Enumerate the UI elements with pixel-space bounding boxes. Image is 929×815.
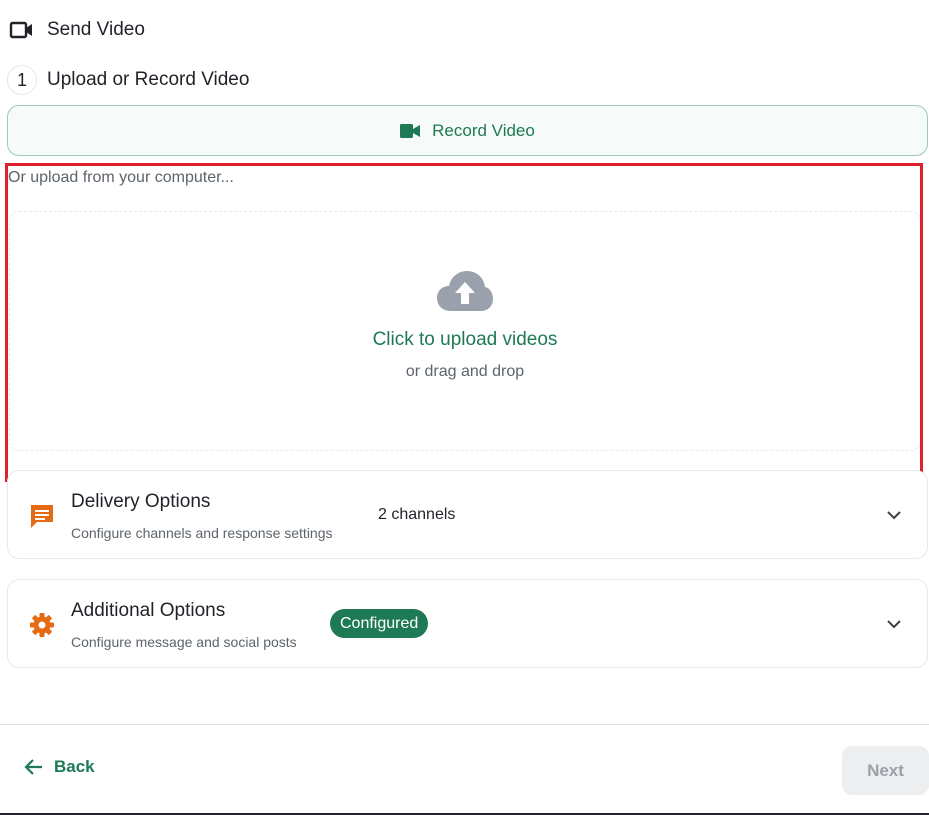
step-title: Upload or Record Video (47, 69, 250, 90)
footer-divider (0, 724, 929, 725)
back-button[interactable]: Back (22, 756, 95, 778)
arrow-left-icon (24, 759, 42, 775)
status-badge: Configured (330, 609, 429, 638)
next-button[interactable]: Next (842, 746, 929, 795)
delivery-options-subtitle: Configure channels and response settings (71, 525, 333, 541)
chevron-down-icon[interactable] (885, 615, 903, 633)
back-label: Back (54, 757, 95, 776)
send-video-page: Send Video 1 Upload or Record Video Reco… (0, 0, 929, 815)
step-number: 1 (7, 65, 37, 95)
upload-dropzone[interactable]: Click to upload videos or drag and drop (9, 211, 921, 451)
cloud-upload-icon (437, 271, 493, 311)
record-video-button[interactable]: Record Video (7, 105, 928, 156)
chevron-down-icon[interactable] (885, 506, 903, 524)
upload-link[interactable]: Click to upload videos (373, 329, 558, 351)
gear-icon (30, 613, 54, 637)
page-header: Send Video (9, 19, 145, 41)
channel-count: 2 channels (378, 506, 456, 523)
additional-options-subtitle: Configure message and social posts (71, 634, 297, 650)
upload-hint: Or upload from your computer... (8, 169, 234, 186)
additional-options-card[interactable]: Additional Options Configure message and… (7, 579, 928, 668)
step-header: 1 Upload or Record Video (7, 65, 249, 95)
message-icon (31, 505, 53, 528)
video-camera-outline-icon (9, 21, 32, 39)
delivery-options-title: Delivery Options (71, 491, 211, 512)
video-camera-icon (400, 123, 421, 138)
delivery-options-card[interactable]: Delivery Options Configure channels and … (7, 470, 928, 559)
page-title: Send Video (47, 19, 145, 40)
record-video-label: Record Video (432, 120, 535, 140)
drag-drop-hint: or drag and drop (405, 363, 525, 380)
additional-options-title: Additional Options (71, 600, 226, 621)
